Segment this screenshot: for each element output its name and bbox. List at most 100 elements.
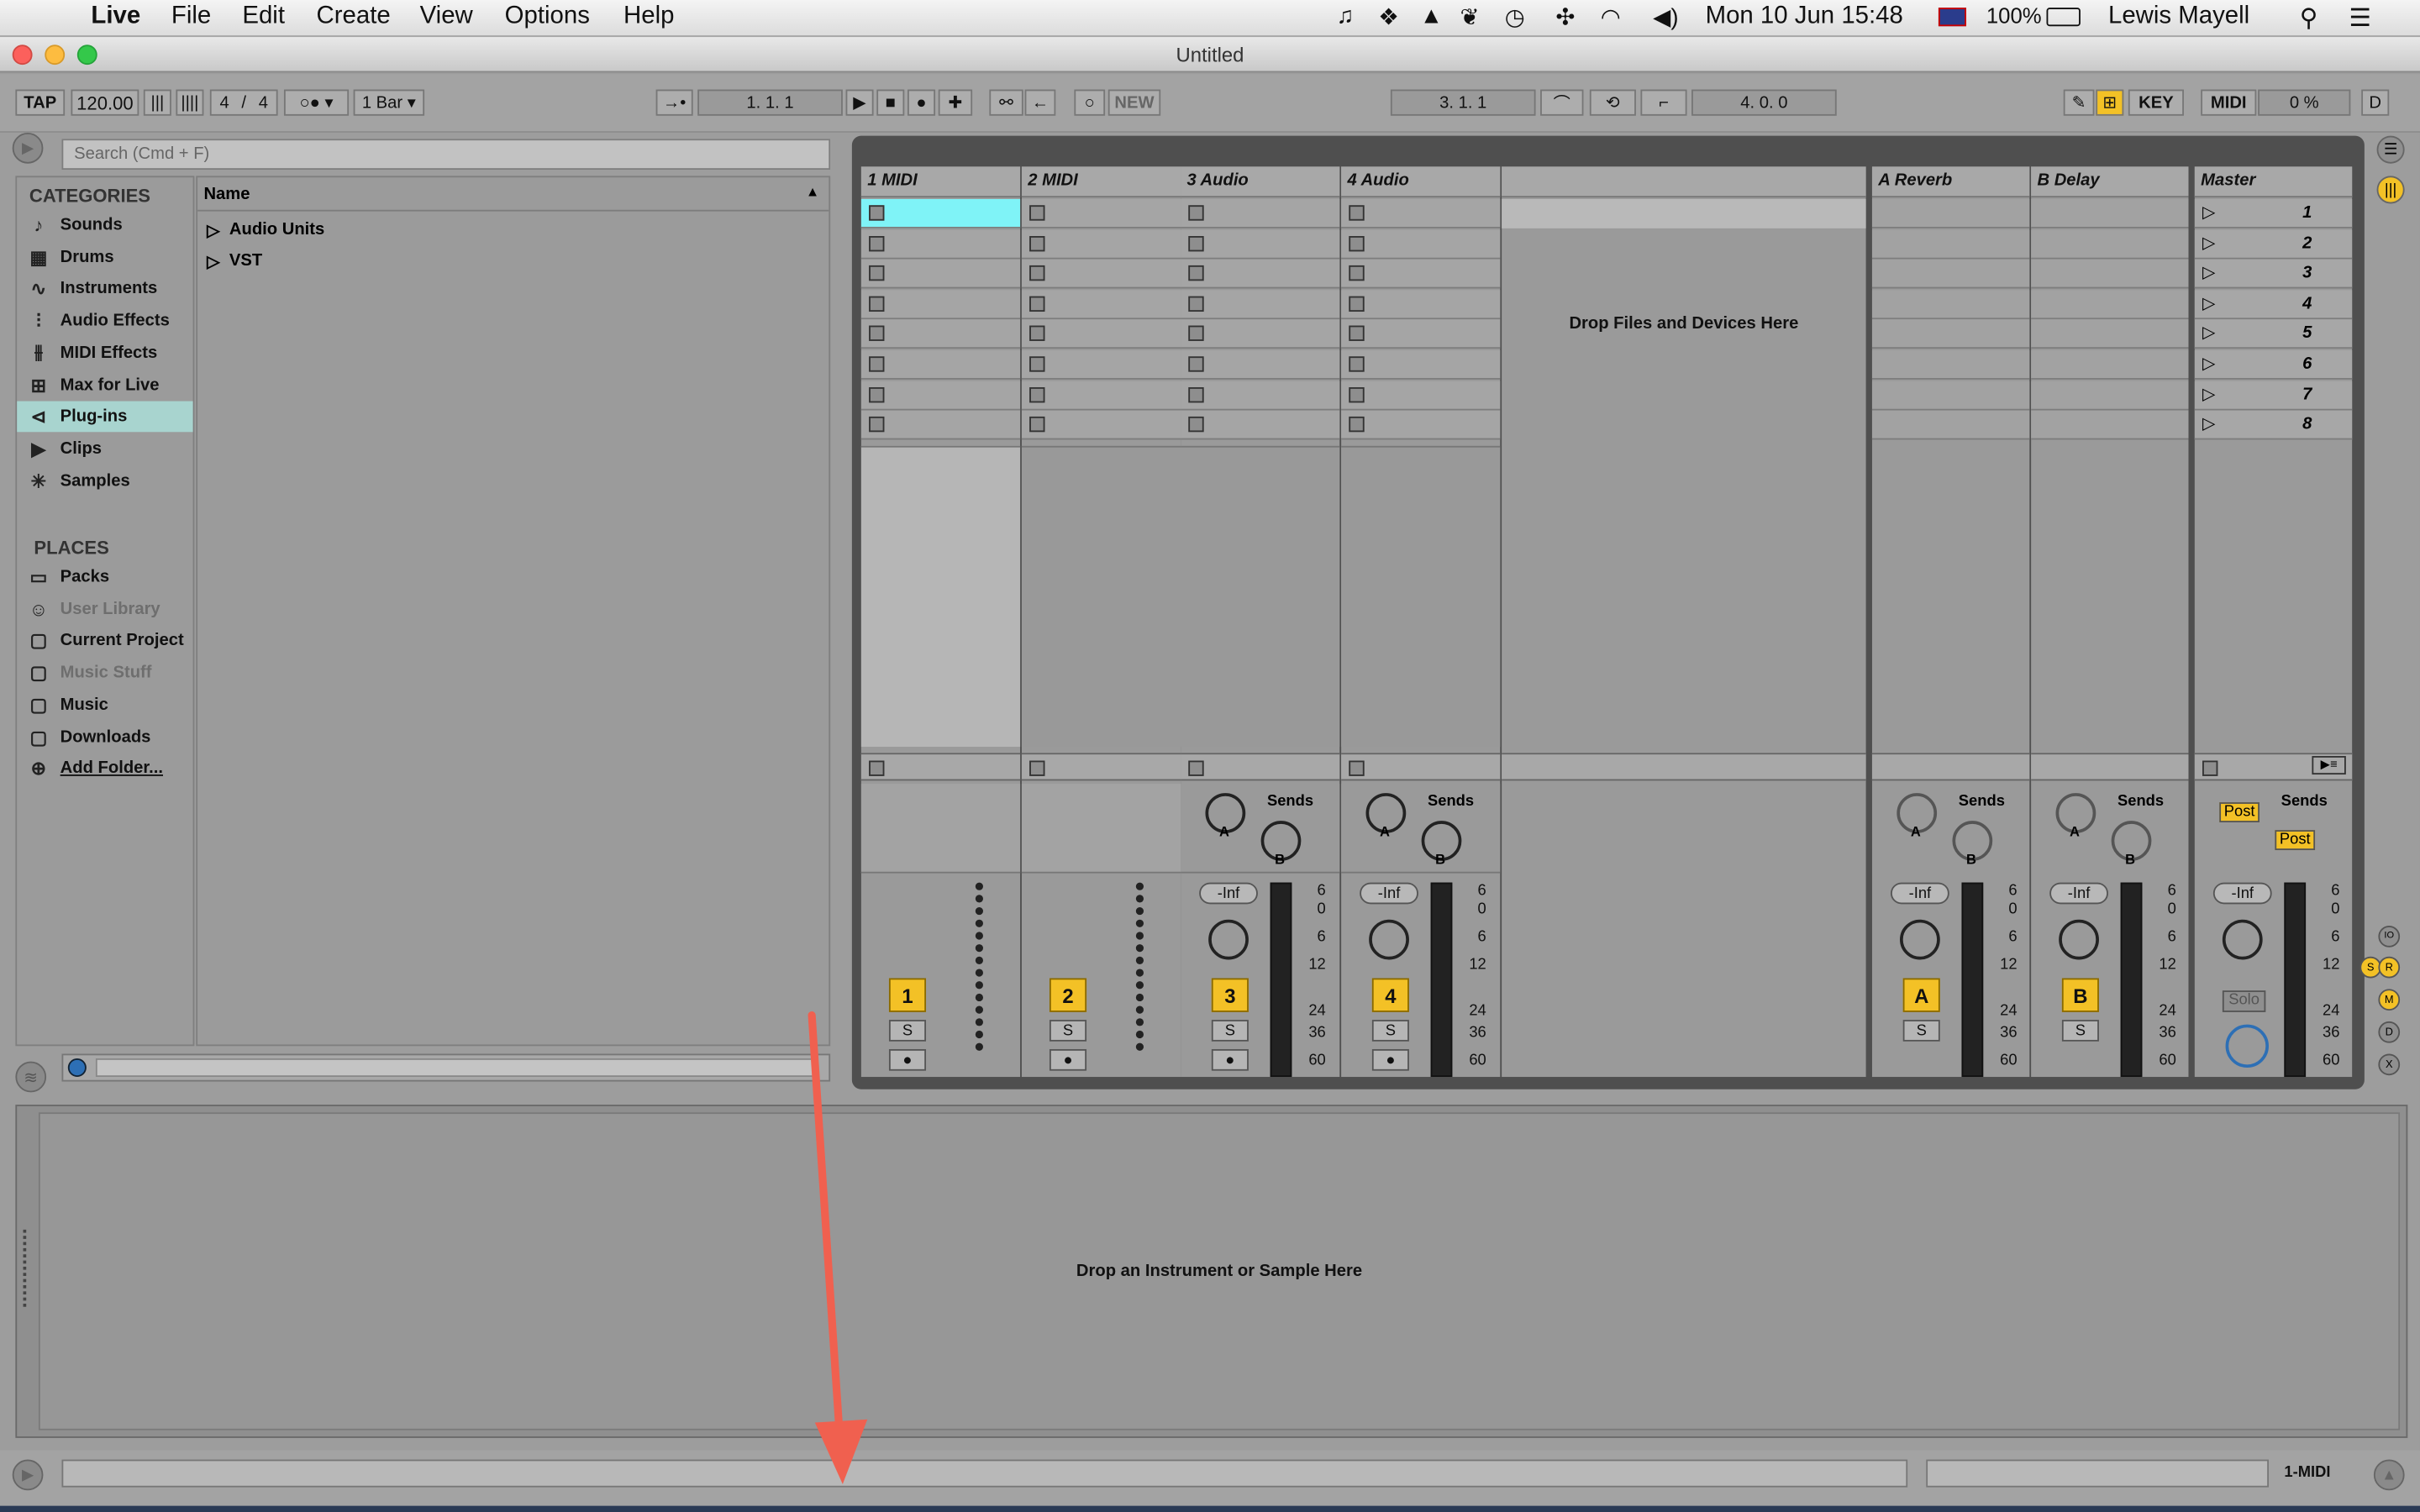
stop-all-clips-icon[interactable] <box>1029 760 1045 776</box>
midi-map-button[interactable]: MIDI <box>2201 89 2257 116</box>
clip-slot[interactable] <box>1341 289 1501 319</box>
play-icon[interactable]: ▶ <box>845 89 874 116</box>
name-column-header[interactable]: Name ▲ <box>197 177 829 212</box>
pan-knob[interactable] <box>1900 919 1940 960</box>
stop-all-clips-icon[interactable] <box>1188 760 1204 776</box>
returns-toggle-icon[interactable]: R <box>2378 956 2401 979</box>
category-audio-effects[interactable]: ⫶ Audio Effects <box>17 306 192 337</box>
clip-stop-icon[interactable] <box>1029 296 1045 312</box>
menu-view[interactable]: View <box>420 3 473 31</box>
nudge-up-icon[interactable]: |||| <box>176 89 204 116</box>
clip-slot[interactable] <box>860 410 1021 440</box>
solo-button[interactable]: S <box>1902 1020 1940 1042</box>
clip-stop-icon[interactable] <box>1188 386 1204 402</box>
clip-slot[interactable] <box>1021 259 1181 289</box>
category-clips[interactable]: ▶ Clips <box>17 433 192 465</box>
clip-slot-empty-area[interactable] <box>1341 445 1501 747</box>
delay-toggle-icon[interactable]: D <box>2378 1021 2401 1043</box>
punch-out-icon[interactable]: ⌐ <box>1640 89 1687 116</box>
session-record-icon[interactable]: ○ <box>1074 89 1106 116</box>
volume-readout[interactable]: -Inf <box>2049 882 2108 905</box>
scene-launch-icon[interactable]: ▷ <box>2202 293 2216 312</box>
automation-arm-icon[interactable]: ⚯ <box>989 89 1023 116</box>
volume-readout[interactable]: -Inf <box>2212 882 2272 905</box>
clip-stop-icon[interactable] <box>869 205 885 221</box>
record-icon[interactable]: ● <box>907 89 936 116</box>
place-current-project[interactable]: ▢ Current Project <box>17 626 192 657</box>
clip-stop-icon[interactable] <box>869 326 885 342</box>
place-user-library[interactable]: ☺ User Library <box>17 594 192 625</box>
clip-slot[interactable] <box>1181 259 1340 289</box>
clip-slot[interactable] <box>1341 319 1501 349</box>
menu-edit[interactable]: Edit <box>242 3 285 31</box>
scene-launch-row[interactable]: ▷ 5 <box>2194 319 2353 349</box>
clip-slot[interactable] <box>1021 289 1181 319</box>
category-sounds[interactable]: ♪ Sounds <box>17 210 192 241</box>
menu-options[interactable]: Options <box>505 3 590 31</box>
time-signature-field[interactable]: 4/4 <box>209 89 278 116</box>
pan-knob[interactable] <box>2222 919 2263 960</box>
track-activator-button[interactable]: 3 <box>1211 978 1249 1012</box>
clip-slot[interactable] <box>1341 259 1501 289</box>
scene-launch-row[interactable]: ▷ 7 <box>2194 380 2353 410</box>
clip-stop-icon[interactable] <box>869 235 885 251</box>
scene-launch-icon[interactable]: ▷ <box>2202 384 2216 403</box>
clip-slot-empty-area[interactable] <box>1021 445 1181 747</box>
session-view-icon[interactable]: ||| <box>2376 176 2405 204</box>
clip-slot[interactable] <box>1181 349 1340 380</box>
bluetooth-icon[interactable]: ✣ <box>1555 3 1575 31</box>
category-max-for-live[interactable]: ⊞ Max for Live <box>17 370 192 401</box>
stop-all-clips-icon[interactable] <box>1349 760 1365 776</box>
menu-file[interactable]: File <box>171 3 211 31</box>
return-activator-button[interactable]: B <box>2061 978 2099 1012</box>
clip-slot[interactable] <box>1181 319 1340 349</box>
new-clip-button[interactable]: NEW <box>1107 89 1161 116</box>
clip-slot[interactable] <box>860 289 1021 319</box>
uk-flag-icon[interactable] <box>1938 8 1966 27</box>
menu-app-live[interactable]: Live <box>91 3 140 31</box>
category-plug-ins[interactable]: ⊲ Plug-ins <box>17 401 193 433</box>
clip-stop-icon[interactable] <box>1349 205 1365 221</box>
clip-slot[interactable] <box>1181 198 1340 228</box>
browser-search-input[interactable]: Search (Cmd + F) <box>61 139 831 171</box>
scene-launch-row[interactable]: ▷ 6 <box>2194 349 2353 380</box>
master-solo-button[interactable]: Solo <box>2222 990 2266 1012</box>
battery-text[interactable]: 100% <box>1986 3 2042 28</box>
post-toggle-b[interactable]: Post <box>2275 830 2316 851</box>
crossfader-toggle-icon[interactable]: X <box>2378 1053 2401 1076</box>
clip-slot[interactable] <box>1181 289 1340 319</box>
clip-stop-icon[interactable] <box>869 296 885 312</box>
scene-launch-icon[interactable]: ▷ <box>2202 323 2216 343</box>
menu-user[interactable]: Lewis Mayell <box>2108 3 2249 31</box>
return-activator-button[interactable]: A <box>1902 978 1940 1012</box>
scene-launch-row[interactable]: ▷ 8 <box>2194 410 2353 440</box>
tempo-field[interactable]: 120.00 <box>71 89 139 116</box>
clip-slot[interactable] <box>860 349 1021 380</box>
detail-resize-handle[interactable] <box>23 1229 29 1307</box>
stop-all-clips-icon[interactable] <box>2202 760 2218 776</box>
clip-slot[interactable] <box>1341 349 1501 380</box>
clip-slot[interactable] <box>860 380 1021 410</box>
arm-button[interactable]: ● <box>1371 1048 1409 1071</box>
category-midi-effects[interactable]: ⫵ MIDI Effects <box>17 338 192 369</box>
scene-launch-icon[interactable]: ▷ <box>2202 414 2216 433</box>
stop-icon[interactable]: ■ <box>876 89 905 116</box>
menu-clock[interactable]: Mon 10 Jun 15:48 <box>1706 3 1903 31</box>
scene-launch-icon[interactable]: ▷ <box>2202 202 2216 222</box>
clip-stop-icon[interactable] <box>869 417 885 433</box>
menu-create[interactable]: Create <box>317 3 391 31</box>
pan-knob[interactable] <box>1369 919 1409 960</box>
preview-bar[interactable] <box>61 1053 831 1082</box>
drive-icon[interactable]: ▲ <box>1420 3 1443 29</box>
preview-headphone-icon[interactable] <box>67 1058 87 1078</box>
solo-button[interactable]: S <box>1371 1020 1409 1042</box>
detail-view-toggle-icon[interactable]: ▲ <box>2373 1459 2405 1491</box>
place-music-stuff[interactable]: ▢ Music Stuff <box>17 658 192 689</box>
volume-readout[interactable]: -Inf <box>1890 882 1949 905</box>
clip-stop-icon[interactable] <box>1349 386 1365 402</box>
clip-stop-icon[interactable] <box>1349 235 1365 251</box>
follow-button[interactable]: →• <box>655 89 693 116</box>
place-add-folder-[interactable]: ⊕ Add Folder... <box>17 753 192 785</box>
nudge-down-icon[interactable]: ||| <box>143 89 171 116</box>
battery-icon[interactable] <box>2046 8 2081 27</box>
